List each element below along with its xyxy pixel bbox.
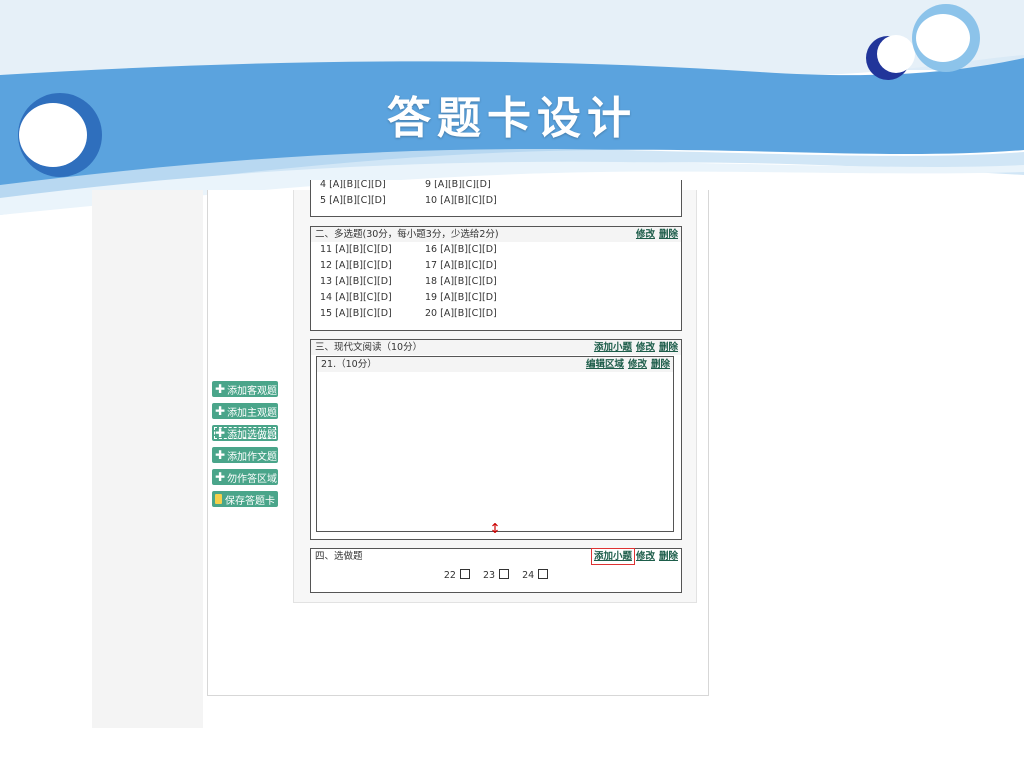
edit-subquestion-link[interactable]: 修改	[628, 359, 647, 370]
choice-option[interactable]: 23	[483, 569, 510, 581]
answer-row: 5 [A][B][C][D] 10 [A][B][C][D]	[320, 195, 497, 206]
checkbox[interactable]	[538, 569, 549, 579]
delete-section-link[interactable]: 删除	[659, 551, 678, 562]
edit-section-link[interactable]: 修改	[636, 229, 655, 240]
save-icon	[215, 494, 222, 504]
no-answer-area-button[interactable]: ✚ 勿作答区域	[212, 469, 278, 485]
edit-section-link[interactable]: 修改	[636, 342, 655, 353]
section-single-choice: 4 [A][B][C][D] 9 [A][B][C][D] 5 [A][B][C]…	[310, 180, 682, 217]
plus-icon: ✚	[215, 404, 226, 418]
delete-section-link[interactable]: 删除	[659, 342, 678, 353]
answer-row: 12 [A][B][C][D] 17 [A][B][C][D]	[320, 260, 497, 271]
section-header: 三、现代文阅读（10分） 添加小题 修改 删除	[311, 340, 681, 355]
section-header: 二、多选题(30分，每小题3分，少选给2分) 修改 删除	[311, 227, 681, 242]
edit-section-link[interactable]: 修改	[636, 551, 655, 562]
left-panel	[92, 190, 203, 728]
subquestion-header: 21.（10分） 编辑区域 修改 删除	[317, 357, 673, 372]
add-essay-button[interactable]: ✚ 添加作文题	[212, 447, 278, 463]
add-subjective-button[interactable]: ✚ 添加主观题	[212, 403, 278, 419]
section-optional: 四、选做题 添加小题 修改 删除 22 23 24	[310, 548, 682, 593]
plus-icon: ✚	[215, 448, 226, 462]
answer-row: 13 [A][B][C][D] 18 [A][B][C][D]	[320, 276, 497, 287]
edit-area-link[interactable]: 编辑区域	[586, 359, 624, 370]
sidebar-actions: ✚ 添加客观题 ✚ 添加主观题 ✚ 添加选做题 ✚ 添加作文题 ✚ 勿作答区域 保存答题卡	[212, 381, 278, 513]
add-subquestion-link[interactable]: 添加小题	[594, 342, 632, 353]
section-header: 四、选做题 添加小题 修改 删除	[311, 548, 681, 565]
choice-option[interactable]: 22	[444, 569, 470, 581]
slide-title: 答题卡设计	[387, 93, 637, 144]
plus-icon: ✚	[215, 382, 226, 396]
add-objective-button[interactable]: ✚ 添加客观题	[212, 381, 278, 397]
answer-row: 15 [A][B][C][D] 20 [A][B][C][D]	[320, 308, 497, 319]
optional-choices: 22 23 24	[311, 564, 681, 589]
answer-row: 11 [A][B][C][D] 16 [A][B][C][D]	[320, 244, 497, 255]
choice-option[interactable]: 24	[522, 569, 549, 581]
save-sheet-button[interactable]: 保存答题卡	[212, 491, 278, 507]
answer-row: 4 [A][B][C][D] 9 [A][B][C][D]	[320, 180, 491, 190]
delete-subquestion-link[interactable]: 删除	[651, 359, 670, 370]
add-optional-button[interactable]: ✚ 添加选做题	[212, 425, 278, 441]
section-multiple-choice: 二、多选题(30分，每小题3分，少选给2分) 修改 删除 11 [A][B][C]…	[310, 226, 682, 331]
answer-row: 14 [A][B][C][D] 19 [A][B][C][D]	[320, 292, 497, 303]
subquestion-box[interactable]: 21.（10分） 编辑区域 修改 删除	[316, 356, 674, 532]
delete-section-link[interactable]: 删除	[659, 229, 678, 240]
resize-handle-icon[interactable]	[492, 523, 498, 533]
checkbox[interactable]	[499, 569, 510, 579]
add-subquestion-link[interactable]: 添加小题	[590, 548, 635, 565]
checkbox[interactable]	[459, 569, 470, 579]
plus-icon: ✚	[215, 470, 226, 484]
plus-icon: ✚	[215, 426, 226, 440]
